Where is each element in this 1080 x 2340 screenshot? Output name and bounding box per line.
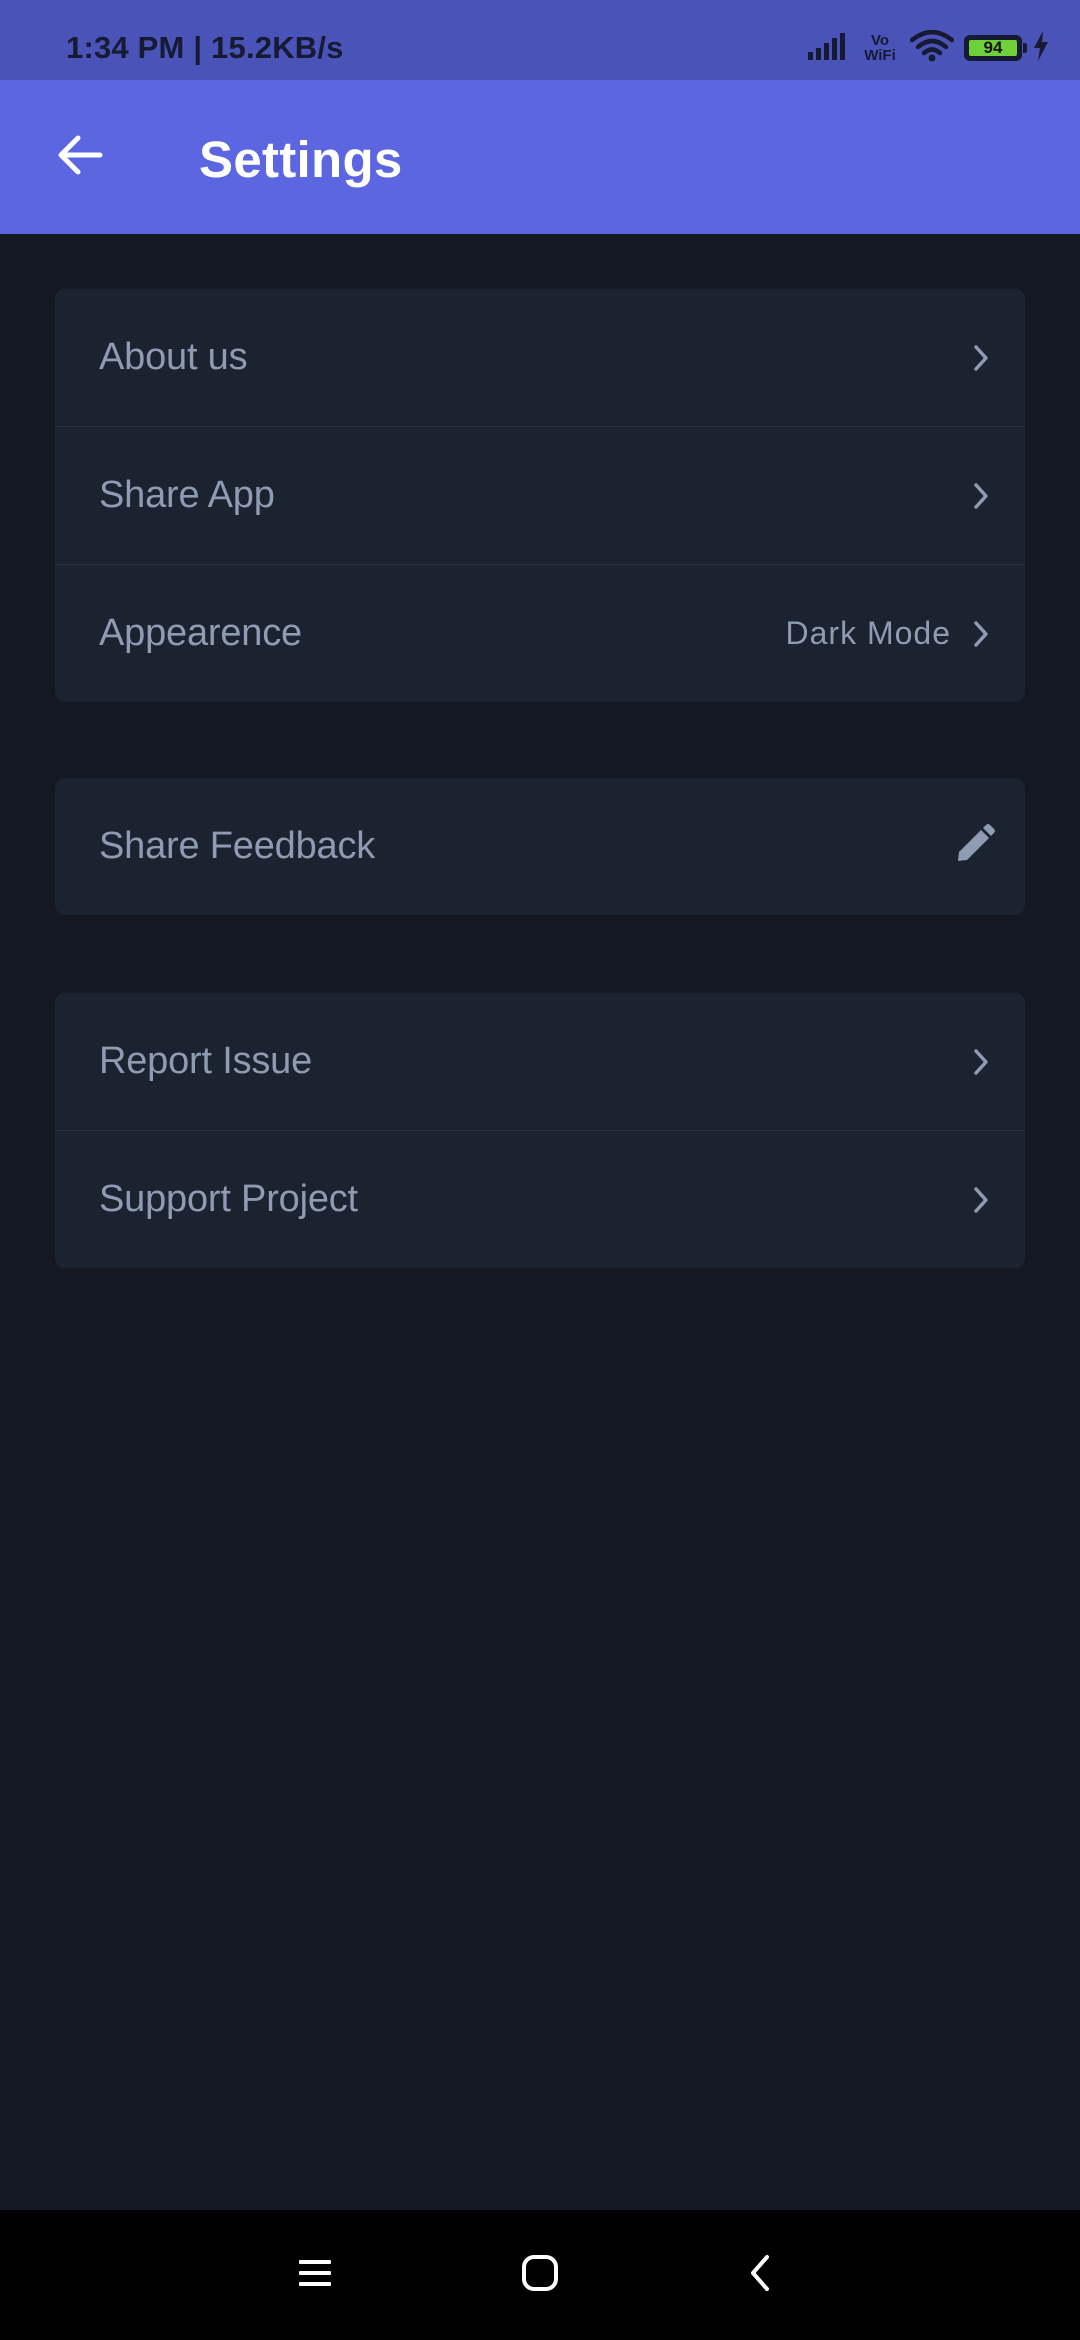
- arrow-left-icon: [56, 133, 104, 182]
- battery-icon: 94: [964, 35, 1027, 61]
- battery-level: 94: [969, 38, 1017, 57]
- chevron-right-icon: [967, 1048, 995, 1076]
- back-chevron-icon: [748, 2254, 772, 2297]
- settings-item-label: Share App: [99, 474, 275, 516]
- settings-item-label: Support Project: [99, 1178, 358, 1220]
- pencil-icon: [955, 824, 995, 869]
- settings-screen: 1:34 PM | 15.2KB/s Vo WiFi 94 Settings A…: [0, 0, 1080, 2340]
- home-button[interactable]: [510, 2245, 570, 2305]
- row-trailing: Dark Mode: [786, 615, 996, 652]
- row-trailing: [967, 1186, 995, 1214]
- vowifi-bottom: WiFi: [864, 47, 896, 64]
- settings-item-label: About us: [99, 336, 248, 378]
- app-bar: Settings: [0, 80, 1080, 234]
- settings-item-report-issue[interactable]: Report Issue: [55, 993, 1025, 1130]
- appearance-value: Dark Mode: [785, 615, 951, 651]
- settings-group-feedback: Share Feedback: [55, 778, 1025, 915]
- page-title: Settings: [199, 131, 403, 188]
- status-bar: 1:34 PM | 15.2KB/s Vo WiFi 94: [0, 0, 1080, 80]
- vowifi-icon: Vo WiFi: [860, 33, 900, 63]
- settings-item-share-app[interactable]: Share App: [55, 426, 1025, 564]
- back-button[interactable]: [40, 117, 120, 197]
- row-trailing: [967, 1048, 995, 1076]
- settings-item-share-feedback[interactable]: Share Feedback: [55, 778, 1025, 915]
- chevron-right-icon: [967, 1186, 995, 1214]
- settings-item-about-us[interactable]: About us: [55, 289, 1025, 426]
- signal-icon: [808, 32, 850, 65]
- settings-item-label: Appearence: [99, 612, 302, 654]
- settings-group-general: About us Share App Appearence Dark Mode: [55, 289, 1025, 702]
- status-time: 1:34 PM | 15.2KB/s: [66, 30, 344, 65]
- row-trailing: [967, 344, 995, 372]
- charging-icon: [1032, 30, 1050, 66]
- settings-group-support: Report Issue Support Project: [55, 993, 1025, 1268]
- system-back-button[interactable]: [730, 2245, 790, 2305]
- system-nav-bar: [0, 2210, 1080, 2340]
- chevron-right-icon: [967, 620, 995, 648]
- chevron-right-icon: [967, 482, 995, 510]
- wifi-icon: [909, 29, 955, 67]
- settings-item-label: Report Issue: [99, 1040, 313, 1082]
- recents-button[interactable]: [285, 2245, 345, 2305]
- row-trailing: [967, 482, 995, 510]
- menu-icon: [297, 2257, 333, 2294]
- row-trailing: [955, 824, 995, 869]
- settings-item-label: Share Feedback: [99, 825, 376, 867]
- chevron-right-icon: [967, 344, 995, 372]
- status-icons: Vo WiFi 94: [808, 28, 1050, 68]
- home-icon: [521, 2254, 559, 2297]
- settings-item-support-project[interactable]: Support Project: [55, 1130, 1025, 1268]
- settings-item-appearance[interactable]: Appearence Dark Mode: [55, 564, 1025, 702]
- battery-cap: [1023, 43, 1027, 53]
